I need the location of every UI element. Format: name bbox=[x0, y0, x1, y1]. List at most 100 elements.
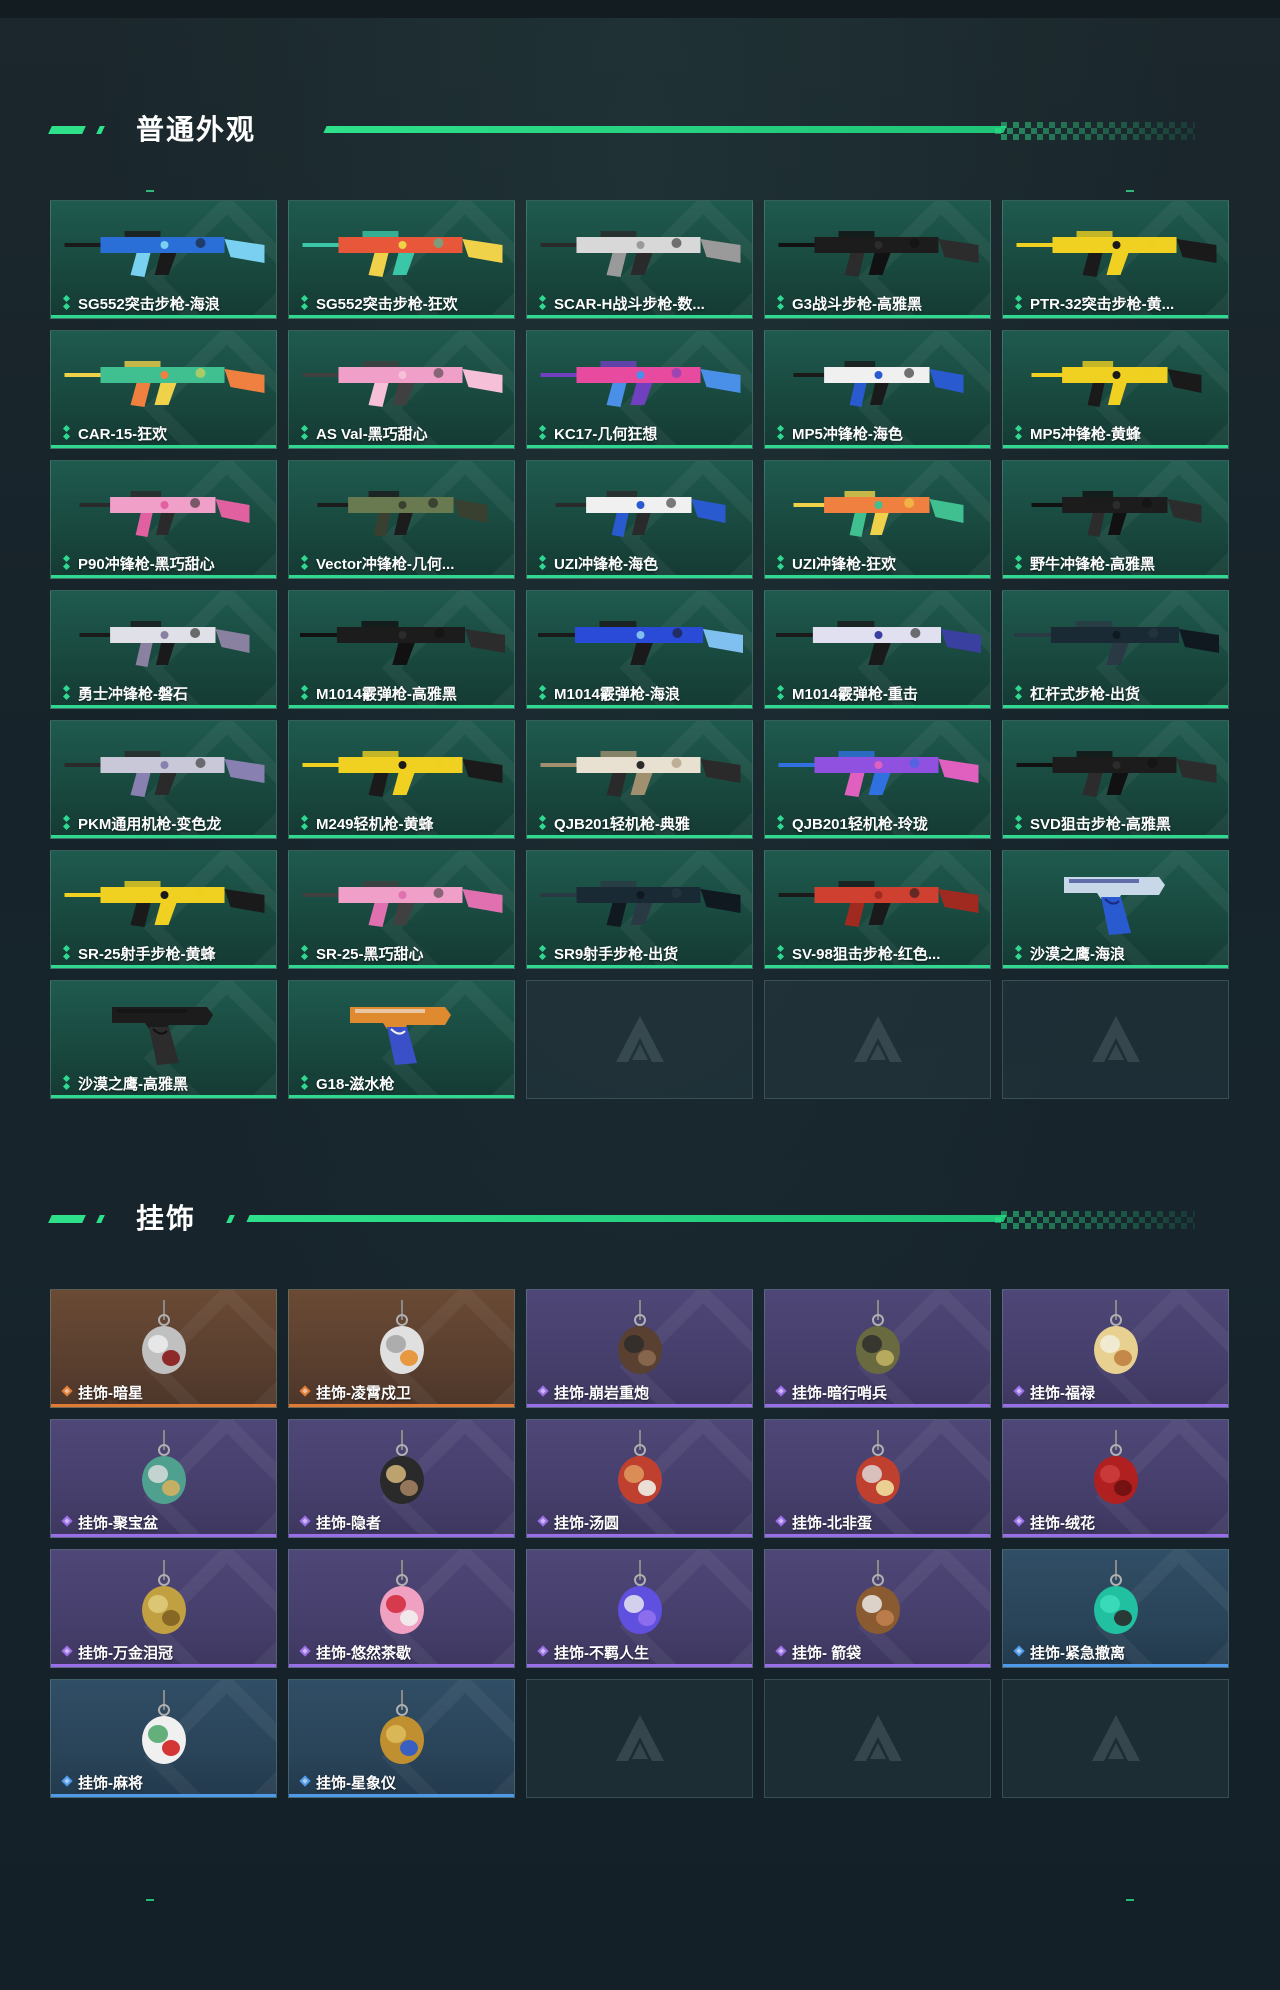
shotgun-icon bbox=[776, 621, 981, 665]
item-card[interactable]: M1014霰弹枪-海浪 bbox=[526, 590, 753, 709]
assault-rifle-icon bbox=[302, 231, 503, 277]
corner-tick bbox=[146, 190, 154, 192]
item-card[interactable]: 挂饰-凌霄戍卫 bbox=[288, 1289, 515, 1408]
item-card[interactable]: 挂饰-聚宝盆 bbox=[50, 1419, 277, 1538]
item-card[interactable]: Vector冲锋枪-几何... bbox=[288, 460, 515, 579]
item-card[interactable]: SR-25射手步枪-黄蜂 bbox=[50, 850, 277, 969]
item-card[interactable]: 挂饰-隐者 bbox=[288, 1419, 515, 1538]
item-card[interactable]: 挂饰-暗行哨兵 bbox=[764, 1289, 991, 1408]
item-card[interactable]: 挂饰-北非蛋 bbox=[764, 1419, 991, 1538]
item-name: 挂饰-北非蛋 bbox=[792, 1514, 872, 1532]
item-name: 挂饰-麻将 bbox=[78, 1774, 143, 1792]
item-label: MP5冲锋枪-海色 bbox=[774, 424, 903, 443]
item-name: 挂饰-不羁人生 bbox=[554, 1644, 649, 1662]
charm-icon bbox=[618, 1430, 662, 1504]
item-card[interactable]: 杠杆式步枪-出货 bbox=[1002, 590, 1229, 709]
rarity-green-icon bbox=[536, 294, 550, 311]
item-card[interactable]: SV-98狙击步枪-红色... bbox=[764, 850, 991, 969]
sniper-rifle-icon bbox=[302, 881, 503, 927]
machine-gun-icon bbox=[778, 751, 979, 797]
item-name: M1014霰弹枪-高雅黑 bbox=[316, 685, 457, 703]
item-card[interactable]: 野牛冲锋枪-高雅黑 bbox=[1002, 460, 1229, 579]
item-name: 挂饰-紧急撤离 bbox=[1030, 1644, 1125, 1662]
item-name: 挂饰-暗行哨兵 bbox=[792, 1384, 887, 1402]
section-header: 挂饰 bbox=[0, 1199, 1280, 1239]
item-card[interactable]: G3战斗步枪-高雅黑 bbox=[764, 200, 991, 319]
item-name: KC17-几何狂想 bbox=[554, 425, 658, 443]
charm-icon bbox=[1094, 1430, 1138, 1504]
item-card[interactable]: 挂饰-紧急撤离 bbox=[1002, 1549, 1229, 1668]
rarity-green-icon bbox=[1012, 294, 1026, 311]
game-logo-icon bbox=[1091, 1015, 1140, 1062]
item-card[interactable]: CAR-15-狂欢 bbox=[50, 330, 277, 449]
item-label: SR-25-黑巧甜心 bbox=[298, 944, 424, 963]
item-name: QJB201轻机枪-玲珑 bbox=[792, 815, 928, 833]
item-card[interactable]: MP5冲锋枪-海色 bbox=[764, 330, 991, 449]
section-title: 普通外观 bbox=[136, 114, 257, 145]
item-card[interactable]: 挂饰-崩岩重炮 bbox=[526, 1289, 753, 1408]
item-card[interactable]: 挂饰-绒花 bbox=[1002, 1419, 1229, 1538]
charm-icon bbox=[1094, 1300, 1138, 1374]
sniper-rifle-icon bbox=[540, 881, 741, 927]
item-card[interactable]: 勇士冲锋枪-磐石 bbox=[50, 590, 277, 709]
smg-icon bbox=[555, 491, 726, 537]
item-card[interactable]: QJB201轻机枪-玲珑 bbox=[764, 720, 991, 839]
item-name: PTR-32突击步枪-黄... bbox=[1030, 295, 1175, 313]
item-card[interactable]: P90冲锋枪-黑巧甜心 bbox=[50, 460, 277, 579]
item-card[interactable]: M249轻机枪-黄蜂 bbox=[288, 720, 515, 839]
item-label: 挂饰- 箭袋 bbox=[774, 1643, 861, 1662]
item-card[interactable]: PKM通用机枪-变色龙 bbox=[50, 720, 277, 839]
item-card[interactable]: SG552突击步枪-狂欢 bbox=[288, 200, 515, 319]
item-card[interactable]: UZI冲锋枪-狂欢 bbox=[764, 460, 991, 579]
header-dash bbox=[48, 126, 86, 134]
item-card[interactable]: SCAR-H战斗步枪-数... bbox=[526, 200, 753, 319]
item-card[interactable]: 挂饰-悠然茶歇 bbox=[288, 1549, 515, 1668]
item-name: UZI冲锋枪-狂欢 bbox=[792, 555, 897, 573]
item-card[interactable]: SR-25-黑巧甜心 bbox=[288, 850, 515, 969]
item-card[interactable]: UZI冲锋枪-海色 bbox=[526, 460, 753, 579]
item-card[interactable]: G18-滋水枪 bbox=[288, 980, 515, 1099]
item-label: 野牛冲锋枪-高雅黑 bbox=[1012, 554, 1155, 573]
item-card[interactable]: 挂饰-万金泪冠 bbox=[50, 1549, 277, 1668]
smg-icon bbox=[793, 361, 964, 407]
rarity-green-icon bbox=[774, 944, 788, 961]
item-card[interactable]: M1014霰弹枪-高雅黑 bbox=[288, 590, 515, 709]
item-grid: 挂饰-暗星 挂饰-凌霄戍卫 挂饰-崩岩重炮 挂饰-暗行哨兵 挂饰-福禄 挂饰-聚宝盆 挂饰-… bbox=[50, 1289, 1229, 1798]
item-card[interactable]: 挂饰-汤圆 bbox=[526, 1419, 753, 1538]
item-card[interactable]: 沙漠之鹰-高雅黑 bbox=[50, 980, 277, 1099]
item-name: SVD狙击步枪-高雅黑 bbox=[1030, 815, 1171, 833]
item-label: 沙漠之鹰-海浪 bbox=[1012, 944, 1125, 963]
rarity-green-icon bbox=[774, 814, 788, 831]
rarity-green-icon bbox=[774, 424, 788, 441]
item-card[interactable]: 挂饰-麻将 bbox=[50, 1679, 277, 1798]
item-label: 挂饰-万金泪冠 bbox=[60, 1643, 173, 1662]
item-label: 挂饰-北非蛋 bbox=[774, 1513, 872, 1532]
item-card[interactable]: MP5冲锋枪-黄蜂 bbox=[1002, 330, 1229, 449]
item-card[interactable]: 挂饰-星象仪 bbox=[288, 1679, 515, 1798]
rarity-green-icon bbox=[536, 814, 550, 831]
item-name: 沙漠之鹰-海浪 bbox=[1030, 945, 1125, 963]
item-name: 挂饰-暗星 bbox=[78, 1384, 143, 1402]
item-card[interactable]: 挂饰-福禄 bbox=[1002, 1289, 1229, 1408]
item-card[interactable]: PTR-32突击步枪-黄... bbox=[1002, 200, 1229, 319]
item-card[interactable]: 沙漠之鹰-海浪 bbox=[1002, 850, 1229, 969]
item-card[interactable]: SG552突击步枪-海浪 bbox=[50, 200, 277, 319]
item-card[interactable]: QJB201轻机枪-典雅 bbox=[526, 720, 753, 839]
item-card[interactable]: SVD狙击步枪-高雅黑 bbox=[1002, 720, 1229, 839]
item-card[interactable]: 挂饰-不羁人生 bbox=[526, 1549, 753, 1668]
pistol-icon bbox=[112, 1007, 213, 1065]
item-card[interactable]: 挂饰-暗星 bbox=[50, 1289, 277, 1408]
item-label: M249轻机枪-黄蜂 bbox=[298, 814, 434, 833]
item-label: QJB201轻机枪-典雅 bbox=[536, 814, 690, 833]
item-card[interactable]: AS Val-黑巧甜心 bbox=[288, 330, 515, 449]
rarity-blue-icon bbox=[1012, 1644, 1026, 1660]
item-card[interactable]: SR9射手步枪-出货 bbox=[526, 850, 753, 969]
item-card[interactable]: 挂饰- 箭袋 bbox=[764, 1549, 991, 1668]
empty-slot bbox=[764, 980, 991, 1099]
item-card[interactable]: M1014霰弹枪-重击 bbox=[764, 590, 991, 709]
item-card[interactable]: KC17-几何狂想 bbox=[526, 330, 753, 449]
item-label: SCAR-H战斗步枪-数... bbox=[536, 294, 705, 313]
rarity-purple-icon bbox=[536, 1514, 550, 1530]
item-label: SG552突击步枪-狂欢 bbox=[298, 294, 458, 313]
item-name: SCAR-H战斗步枪-数... bbox=[554, 295, 705, 313]
